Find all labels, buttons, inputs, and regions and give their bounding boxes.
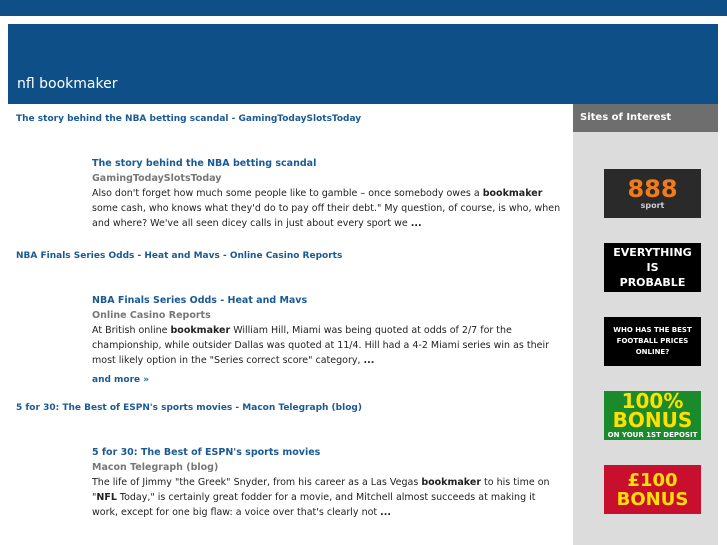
more-results-link[interactable]: and more » <box>92 375 149 385</box>
sidebar-title: Sites of Interest <box>580 112 672 123</box>
result-heading-link[interactable]: NBA Finals Series Odds - Heat and Mavs -… <box>16 251 342 261</box>
top-bar <box>0 0 727 16</box>
ad-banner-100-percent-bonus[interactable]: 100% BONUS ON YOUR 1ST DEPOSIT <box>604 391 701 440</box>
result-snippet: Also don't forget how much some people l… <box>92 188 561 229</box>
ad-banner-888-sport[interactable]: 888 sport <box>604 169 701 218</box>
ad-text-line: ONLINE? <box>635 348 670 356</box>
result-snippet: At British online bookmaker William Hill… <box>92 325 550 366</box>
result-entry: The story behind the NBA betting scandal… <box>92 156 562 231</box>
page-title: nfl bookmaker <box>17 76 118 92</box>
ad-888-logo: 888 <box>627 174 678 203</box>
ad-banner-everything-is-probable[interactable]: EVERYTHING IS PROBABLE <box>604 243 701 292</box>
ad-banner-100-pound-bonus[interactable]: £100 BONUS <box>604 465 701 514</box>
result-snippet: The life of Jimmy "the Greek" Snyder, fr… <box>92 477 550 518</box>
sidebar: Sites of Interest 888 sport EVERYTHING I… <box>573 104 718 545</box>
page-header: nfl bookmaker <box>8 24 718 104</box>
result-heading-link[interactable]: 5 for 30: The Best of ESPN's sports movi… <box>16 403 362 413</box>
keyword-highlight: bookmaker <box>170 325 231 336</box>
result-title-link[interactable]: NBA Finals Series Odds - Heat and Mavs <box>92 293 562 308</box>
ad-text-line: IS <box>646 261 659 274</box>
sidebar-header: Sites of Interest <box>573 104 718 132</box>
result-entry: NBA Finals Series Odds - Heat and Mavs O… <box>92 293 562 368</box>
top-divider <box>0 16 727 24</box>
result-title-link[interactable]: The story behind the NBA betting scandal <box>92 156 562 171</box>
ad-888-subtitle: sport <box>640 200 665 210</box>
ad-text-line: EVERYTHING <box>613 246 692 259</box>
ad-text-line: £100 <box>627 469 678 491</box>
ad-banner-football-prices[interactable]: WHO HAS THE BEST FOOTBALL PRICES ONLINE? <box>604 317 701 366</box>
result-source: Macon Telegraph (blog) <box>92 462 219 473</box>
ad-text-line: PROBABLE <box>619 276 686 289</box>
result-source: Online Casino Reports <box>92 310 211 321</box>
keyword-highlight: bookmaker <box>421 477 481 488</box>
ad-text-line: BONUS <box>616 488 689 510</box>
result-title-link[interactable]: 5 for 30: The Best of ESPN's sports movi… <box>92 445 562 460</box>
ad-text-line: FOOTBALL PRICES <box>616 337 689 345</box>
result-source: GamingTodaySlotsToday <box>92 173 222 184</box>
ad-text-line: WHO HAS THE BEST <box>613 326 692 334</box>
ad-text-line: BONUS <box>612 407 693 432</box>
result-entry: 5 for 30: The Best of ESPN's sports movi… <box>92 445 562 520</box>
results-list: The story behind the NBA betting scandal… <box>8 104 573 545</box>
keyword-highlight: NFL <box>96 492 117 503</box>
result-heading-link[interactable]: The story behind the NBA betting scandal… <box>16 114 361 124</box>
keyword-highlight: bookmaker <box>482 188 543 199</box>
ad-text-line: ON YOUR 1ST DEPOSIT <box>607 430 698 439</box>
